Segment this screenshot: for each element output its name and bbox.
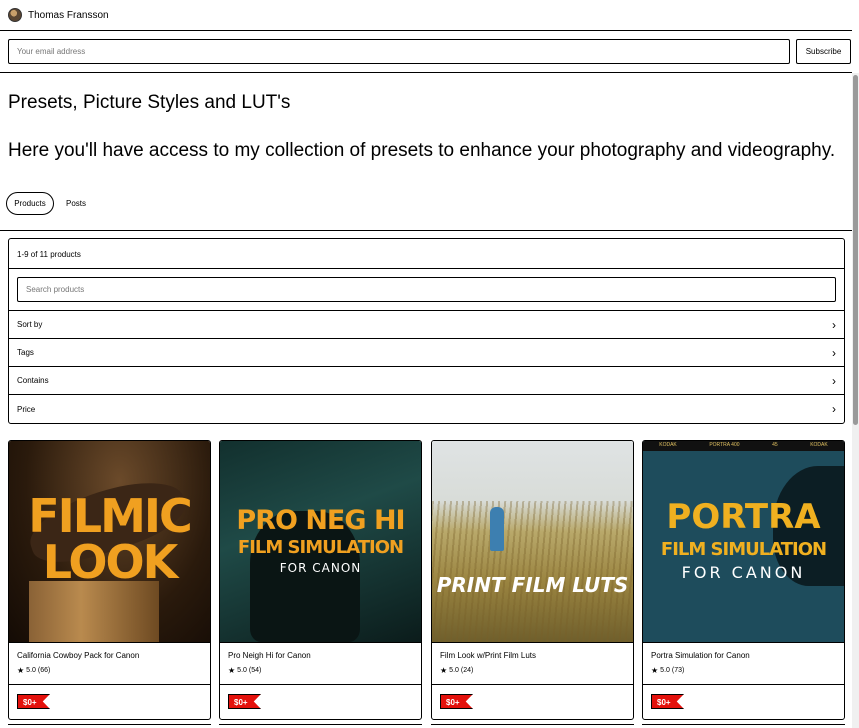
rating-count: (24)	[460, 667, 474, 674]
cover-text: FOR CANON	[279, 561, 362, 575]
filter-label: Price	[17, 404, 36, 414]
product-info: Pro Neigh Hi for Canon ★ 5.0 (54)	[220, 642, 421, 685]
product-card[interactable]: PRINT FILM LUTS Film Look w/Print Film L…	[431, 440, 634, 720]
cover-post-shape	[29, 581, 159, 642]
scrollbar-thumb[interactable]	[853, 75, 858, 425]
product-rating: ★ 5.0 (73)	[651, 666, 836, 675]
filter-panel: 1-9 of 11 products Sort by › Tags › Cont…	[8, 238, 845, 424]
product-title[interactable]: Pro Neigh Hi for Canon	[228, 651, 413, 660]
search-row	[9, 269, 844, 311]
cover-text: PRO NEG HI	[236, 505, 405, 536]
product-cover-image[interactable]: PRO NEG HI FILM SIMULATION FOR CANON	[220, 441, 421, 642]
filter-sort-by[interactable]: Sort by ›	[9, 311, 844, 339]
chevron-right-icon: ›	[832, 402, 836, 416]
rating-value: 5.0	[660, 667, 670, 674]
product-title[interactable]: Portra Simulation for Canon	[651, 651, 836, 660]
cover-text: FILM SIMULATION	[237, 537, 404, 558]
product-card[interactable]: KODAK PORTRA 400 45 KODAK PORTRA FILM SI…	[642, 440, 845, 720]
product-title[interactable]: Film Look w/Print Film Luts	[440, 651, 625, 660]
cover-text: PORTRA	[666, 497, 821, 537]
rating-count: (66)	[37, 667, 51, 674]
tab-posts[interactable]: Posts	[58, 192, 94, 215]
product-rating: ★ 5.0 (24)	[440, 666, 625, 675]
film-strip-text: KODAK PORTRA 400 45 KODAK	[643, 442, 844, 448]
cover-person-shape	[490, 507, 504, 551]
product-rating: ★ 5.0 (54)	[228, 666, 413, 675]
cover-text: FILM SIMULATION	[660, 539, 827, 560]
subscribe-row: Subscribe	[0, 31, 852, 73]
product-cover-image[interactable]: PRINT FILM LUTS	[432, 441, 633, 642]
strip-label: PORTRA 400	[709, 442, 740, 448]
cover-text: PRINT FILM LUTS	[436, 573, 629, 597]
cover-text: FOR CANON	[681, 563, 806, 582]
avatar[interactable]	[8, 8, 22, 22]
product-title[interactable]: California Cowboy Pack for Canon	[17, 651, 202, 660]
rating-value: 5.0	[26, 667, 36, 674]
product-info: Portra Simulation for Canon ★ 5.0 (73)	[643, 642, 844, 685]
tab-products[interactable]: Products	[6, 192, 54, 215]
price-tag: $0+	[17, 694, 50, 709]
star-icon: ★	[651, 666, 659, 675]
filter-price[interactable]: Price ›	[9, 395, 844, 423]
email-field[interactable]	[8, 39, 790, 64]
page-title: Presets, Picture Styles and LUT's	[8, 92, 291, 113]
star-icon: ★	[228, 666, 236, 675]
rating-count: (54)	[248, 667, 262, 674]
cover-grass-shape	[432, 501, 633, 642]
filter-label: Sort by	[17, 320, 43, 329]
profile-header: Presets, Picture Styles and LUT's Here y…	[0, 73, 852, 231]
next-card-edge	[642, 724, 845, 728]
strip-label: 45	[772, 442, 778, 448]
chevron-right-icon: ›	[832, 317, 836, 332]
strip-label: KODAK	[810, 442, 828, 448]
page-description: Here you'll have access to my collection…	[8, 140, 836, 161]
seller-name[interactable]: Thomas Fransson	[28, 10, 109, 21]
filter-tags[interactable]: Tags ›	[9, 339, 844, 367]
filter-label: Contains	[17, 376, 49, 385]
product-cover-image[interactable]: KODAK PORTRA 400 45 KODAK PORTRA FILM SI…	[643, 441, 844, 642]
next-card-edge	[431, 724, 634, 728]
strip-label: KODAK	[659, 442, 677, 448]
cover-text: LOOK	[42, 535, 179, 589]
rating-value: 5.0	[449, 667, 459, 674]
top-bar: Thomas Fransson	[0, 0, 852, 31]
product-card[interactable]: PRO NEG HI FILM SIMULATION FOR CANON Pro…	[219, 440, 422, 720]
filter-label: Tags	[17, 348, 34, 357]
price-tag: $0+	[440, 694, 473, 709]
chevron-right-icon: ›	[832, 373, 836, 388]
next-card-edge	[8, 724, 211, 728]
product-count: 1-9 of 11 products	[17, 250, 81, 259]
product-cover-image[interactable]: FILMIC LOOK	[9, 441, 210, 642]
filter-header: 1-9 of 11 products	[9, 239, 844, 269]
next-card-edge	[219, 724, 422, 728]
product-info: California Cowboy Pack for Canon ★ 5.0 (…	[9, 642, 210, 685]
chevron-right-icon: ›	[832, 345, 836, 360]
product-rating: ★ 5.0 (66)	[17, 666, 202, 675]
rating-count: (73)	[671, 667, 685, 674]
price-tag: $0+	[651, 694, 684, 709]
product-card[interactable]: FILMIC LOOK California Cowboy Pack for C…	[8, 440, 211, 720]
rating-value: 5.0	[237, 667, 247, 674]
filter-contains[interactable]: Contains ›	[9, 367, 844, 395]
subscribe-button[interactable]: Subscribe	[796, 39, 851, 64]
star-icon: ★	[17, 666, 25, 675]
search-input[interactable]	[17, 277, 836, 302]
price-tag: $0+	[228, 694, 261, 709]
star-icon: ★	[440, 666, 448, 675]
product-info: Film Look w/Print Film Luts ★ 5.0 (24)	[432, 642, 633, 685]
